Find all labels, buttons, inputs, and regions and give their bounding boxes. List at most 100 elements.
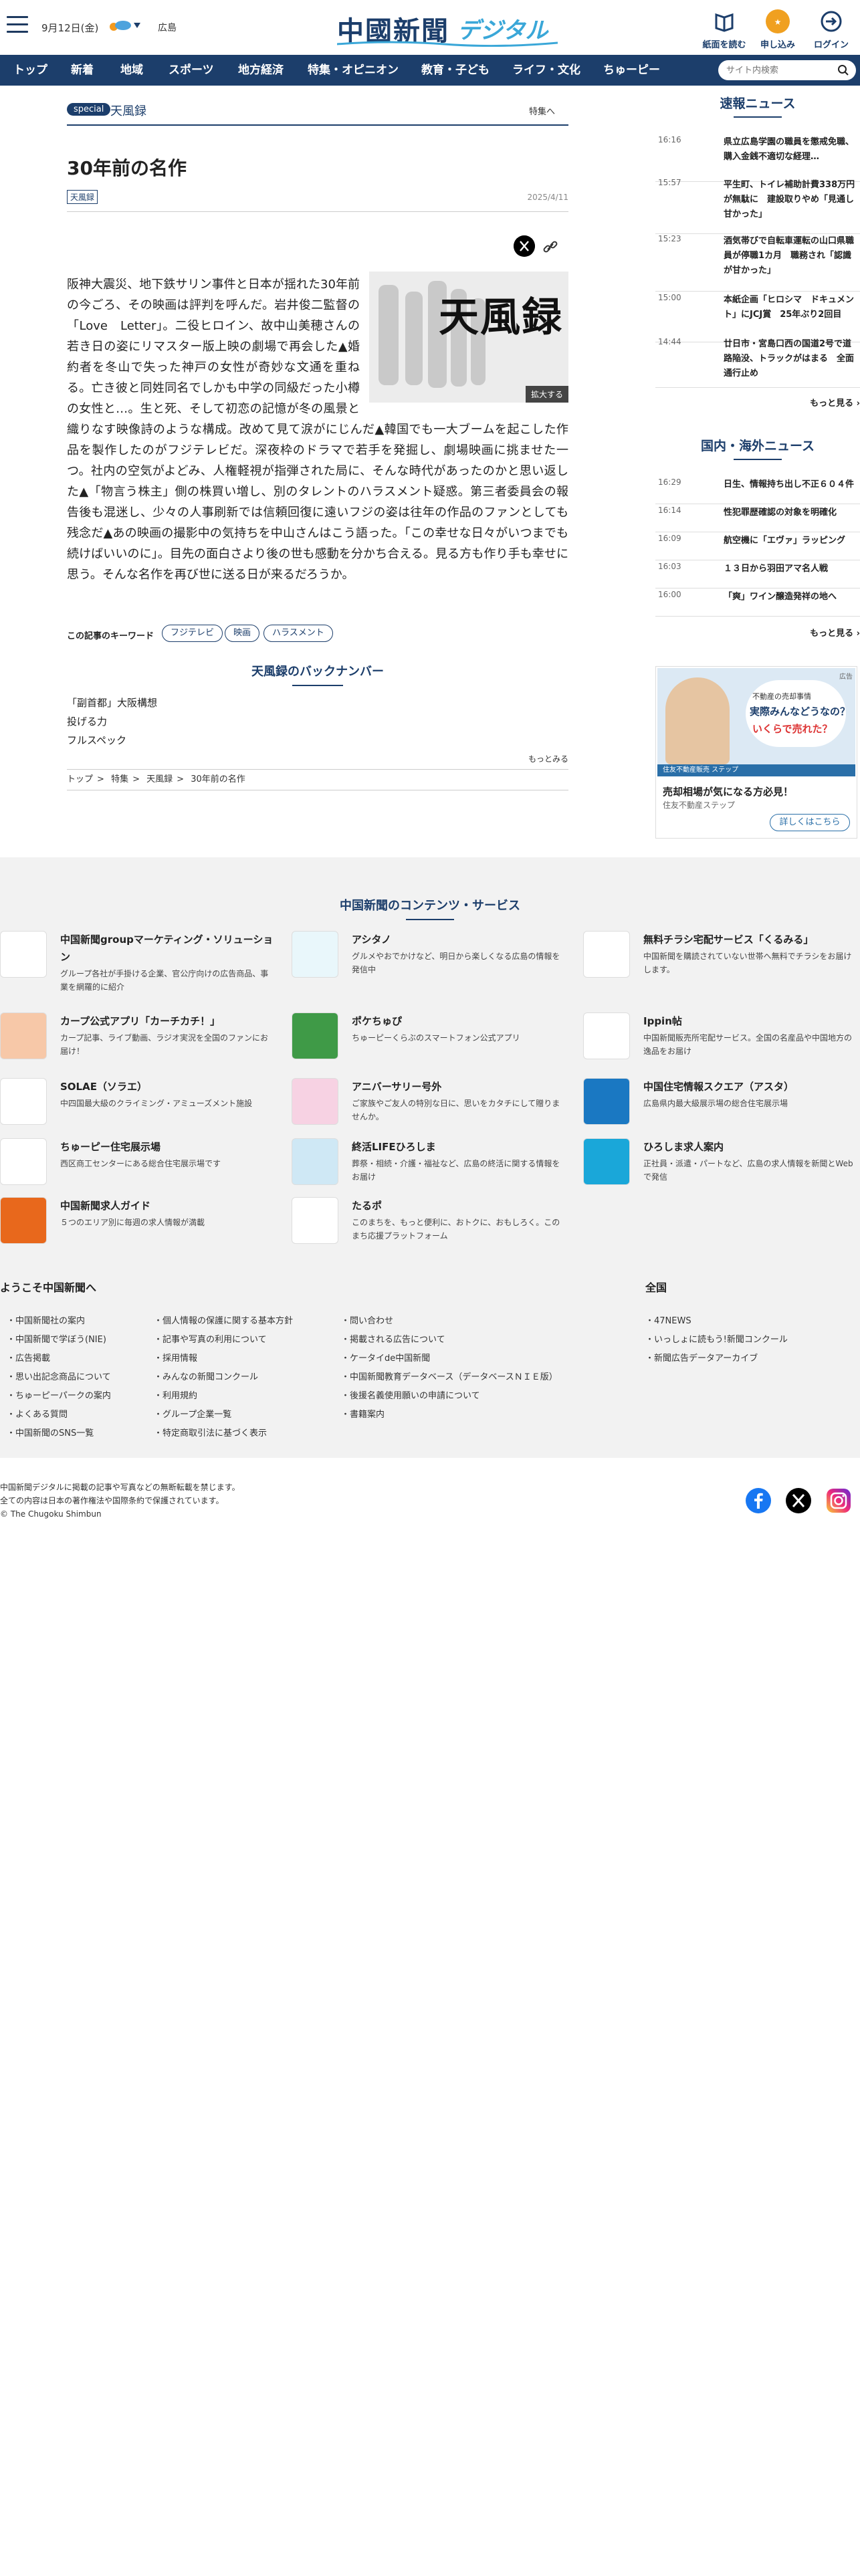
sidebar-ad[interactable]: 不動産の売却事情 実際みんなどうなの？ いくらで売れた？ 広告 住友不動産販売 … <box>655 666 857 839</box>
nav-new[interactable]: 新着 <box>71 55 94 86</box>
news-headline[interactable]: １３日から羽田アマ名人戦 <box>724 562 857 576</box>
footer-link[interactable]: 新聞広告データアーカイブ <box>645 1352 788 1371</box>
nav-top[interactable]: トップ <box>13 55 47 86</box>
ad-title[interactable]: 売却相場が気になる方必見！ <box>663 784 793 798</box>
service-title[interactable]: アシタノ <box>352 931 566 948</box>
pokechupi-icon[interactable] <box>292 1012 338 1059</box>
menu-icon[interactable] <box>7 16 28 36</box>
article-photo[interactable]: 天風録 拡大する <box>369 272 568 403</box>
ashitano-icon[interactable] <box>292 931 338 978</box>
breadcrumb-section[interactable]: 天風録 <box>146 774 173 784</box>
news-item[interactable]: 16:14 性犯罪歴確認の対象を明確化 <box>655 506 860 532</box>
ad-banner[interactable]: 不動産の売却事情 実際みんなどうなの？ いくらで売れた？ 広告 <box>657 668 855 776</box>
news-headline[interactable]: 酒気帯びで自転車運転の山口県職員が停職1カ月 職務され「認識が甘かった」 <box>724 234 857 278</box>
x-icon[interactable] <box>785 1487 812 1514</box>
tarupo-icon[interactable] <box>292 1197 338 1244</box>
facebook-icon[interactable] <box>745 1487 772 1514</box>
subscribe-button[interactable]: ★ 申し込み <box>754 8 801 50</box>
section-title[interactable]: 天風録 <box>110 102 146 119</box>
footer-link[interactable]: 思い出記念商品について <box>7 1371 111 1390</box>
news-item[interactable]: 16:03 １３日から羽田アマ名人戦 <box>655 562 860 588</box>
keyword-tag[interactable]: 映画 <box>225 625 260 642</box>
news-item[interactable]: 14:44 廿日市・宮島口西の国道2号で道路陥没、トラックがはまる 全面通行止め <box>655 337 860 388</box>
news-item[interactable]: 16:09 航空機に「エヴァ」ラッピング <box>655 534 860 560</box>
news-headline[interactable]: 航空機に「エヴァ」ラッピング <box>724 534 857 548</box>
footer-link[interactable]: 後援名義使用願いの申請について <box>341 1390 558 1408</box>
footer-link[interactable]: グループ企業一覧 <box>154 1408 293 1427</box>
anniversary-icon[interactable] <box>292 1078 338 1125</box>
service-title[interactable]: 終活LIFEひろしま <box>352 1138 566 1156</box>
breadcrumb-feature[interactable]: 特集 <box>111 774 128 784</box>
shukatsu-icon[interactable] <box>292 1138 338 1185</box>
footer-link[interactable]: 記事や写真の利用について <box>154 1333 293 1352</box>
footer-link[interactable]: ケータイde中国新聞 <box>341 1352 558 1371</box>
copy-link-icon[interactable] <box>542 238 559 255</box>
ippin-icon[interactable] <box>583 1012 630 1059</box>
service-title[interactable]: ひろしま求人案内 <box>643 1138 857 1156</box>
footer-link[interactable]: ちゅーピーパークの案内 <box>7 1390 111 1408</box>
kurumiru-icon[interactable] <box>583 931 630 978</box>
carp-app-icon[interactable] <box>0 1012 47 1059</box>
kyujin-guide-icon[interactable] <box>0 1197 47 1244</box>
footer-link[interactable]: 書籍案内 <box>341 1408 558 1427</box>
nav-sports[interactable]: スポーツ <box>169 55 214 86</box>
nav-chupy[interactable]: ちゅーピー <box>603 55 660 86</box>
footer-link[interactable]: 中国新聞のSNS一覧 <box>7 1427 111 1446</box>
service-title[interactable]: ポケちゅぴ <box>352 1012 566 1030</box>
nav-life[interactable]: ライフ・文化 <box>512 55 580 86</box>
search-input[interactable] <box>726 63 833 78</box>
read-paper-button[interactable]: 紙面を読む <box>701 8 748 50</box>
news-item[interactable]: 16:29 日生、情報持ち出し不正６０４件 <box>655 477 860 504</box>
backnumber-link[interactable]: フルスペック <box>67 733 126 747</box>
news-headline[interactable]: 「爽」ワイン醸造発祥の地へ <box>724 590 857 605</box>
world-more-link[interactable]: もっと見る › <box>810 626 860 639</box>
kyujin-hiroshima-icon[interactable] <box>583 1138 630 1185</box>
keyword-tag[interactable]: フジテレビ <box>162 625 223 642</box>
news-item[interactable]: 15:57 平生町、トイレ補助計費338万円が無駄に 建設取りやめ「見通し甘かっ… <box>655 178 860 234</box>
service-title[interactable]: カープ公式アプリ「カーチカチ！」 <box>60 1012 274 1030</box>
footer-link[interactable]: 中国新聞で学ぼう(NIE) <box>7 1333 111 1352</box>
service-title[interactable]: 中国新聞groupマーケティング・ソリューション <box>60 931 274 966</box>
site-logo[interactable]: 中國新聞 デジタル <box>337 7 558 48</box>
nav-opinion[interactable]: 特集・オピニオン <box>308 55 399 86</box>
footer-link[interactable]: 広告掲載 <box>7 1352 111 1371</box>
nav-education[interactable]: 教育・子ども <box>421 55 490 86</box>
service-title[interactable]: ちゅーピー住宅展示場 <box>60 1138 274 1156</box>
news-headline[interactable]: 平生町、トイレ補助計費338万円が無駄に 建設取りやめ「見通し甘かった」 <box>724 178 857 222</box>
nav-economy[interactable]: 地方経済 <box>238 55 284 86</box>
chupy-house-icon[interactable] <box>0 1138 47 1185</box>
news-headline[interactable]: 日生、情報持ち出し不正６０４件 <box>724 477 857 492</box>
news-headline[interactable]: 本紙企画「ヒロシマ ドキュメント」にJCJ賞 25年ぶり2回目 <box>724 293 857 322</box>
service-title[interactable]: 無料チラシ宅配サービス「くるみる」 <box>643 931 857 948</box>
footer-link[interactable]: 問い合わせ <box>341 1315 558 1333</box>
backnumber-link[interactable]: 投げる力 <box>67 714 107 728</box>
special-link[interactable]: 特集へ <box>529 104 555 117</box>
service-title[interactable]: アニバーサリー号外 <box>352 1078 566 1095</box>
article-tag[interactable]: 天風録 <box>67 190 98 204</box>
instagram-icon[interactable] <box>825 1487 852 1514</box>
breaking-more-link[interactable]: もっと見る › <box>810 396 860 409</box>
footer-link[interactable]: 中国新聞社の案内 <box>7 1315 111 1333</box>
news-item[interactable]: 16:00 「爽」ワイン醸造発祥の地へ <box>655 590 860 617</box>
share-x-icon[interactable] <box>514 235 535 257</box>
keyword-tag[interactable]: ハラスメント <box>263 625 333 642</box>
footer-link[interactable]: 個人情報の保護に関する基本方針 <box>154 1315 293 1333</box>
news-item[interactable]: 15:23 酒気帯びで自転車運転の山口県職員が停職1カ月 職務され「認識が甘かっ… <box>655 234 860 292</box>
news-headline[interactable]: 性犯罪歴確認の対象を明確化 <box>724 506 857 520</box>
footer-link[interactable]: 47NEWS <box>645 1315 788 1333</box>
service-title[interactable]: Ippin帖 <box>643 1012 857 1030</box>
backnumber-more-link[interactable]: もっとみる <box>528 753 568 764</box>
service-title[interactable]: SOLAE（ソラエ） <box>60 1078 274 1095</box>
marketing-icon[interactable] <box>0 931 47 978</box>
footer-link[interactable]: 掲載される広告について <box>341 1333 558 1352</box>
footer-link[interactable]: 特定商取引法に基づく表示 <box>154 1427 293 1446</box>
news-headline[interactable]: 県立広島学園の職員を懲戒免職、購入金銭不適切な経理… <box>724 135 857 165</box>
news-item[interactable]: 15:00 本紙企画「ヒロシマ ドキュメント」にJCJ賞 25年ぶり2回目 <box>655 293 860 342</box>
footer-link[interactable]: 中国新聞教育データベース（データベースＮＩＥ版） <box>341 1371 558 1390</box>
search-icon[interactable] <box>837 64 849 76</box>
ad-cta-button[interactable]: 詳しくはこちら <box>770 814 850 831</box>
asta-icon[interactable] <box>583 1078 630 1125</box>
service-title[interactable]: 中国住宅情報スクエア（アスタ） <box>643 1078 857 1095</box>
footer-link[interactable]: みんなの新聞コンクール <box>154 1371 293 1390</box>
solae-icon[interactable] <box>0 1078 47 1125</box>
